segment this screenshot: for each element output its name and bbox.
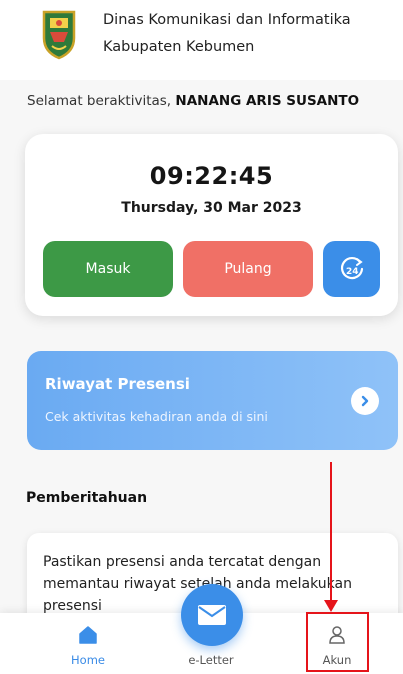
app-screen: Dinas Komunikasi dan Informatika Kabupat…: [0, 0, 403, 674]
nav-e-letter-label: e-Letter: [188, 653, 234, 667]
check-in-button[interactable]: Masuk: [43, 241, 173, 297]
annotation-highlight-box: [306, 612, 369, 672]
home-icon: [79, 626, 97, 644]
history-24h-button[interactable]: 24: [323, 241, 380, 297]
app-header: Dinas Komunikasi dan Informatika Kabupat…: [0, 0, 403, 80]
current-time: 09:22:45: [149, 162, 274, 190]
history-subtitle: Cek aktivitas kehadiran anda di sini: [45, 409, 268, 424]
org-name-line2: Kabupaten Kebumen: [103, 39, 255, 55]
history-title: Riwayat Presensi: [45, 375, 190, 393]
e-letter-fab-button[interactable]: [181, 584, 243, 646]
org-name-line1: Dinas Komunikasi dan Informatika: [103, 12, 351, 28]
nav-home[interactable]: Home: [43, 613, 133, 674]
clock-24-icon: 24: [340, 256, 363, 280]
check-out-label: Pulang: [224, 261, 272, 277]
kebumen-emblem-logo: [42, 10, 76, 60]
check-out-button[interactable]: Pulang: [183, 241, 313, 297]
svg-text:24: 24: [346, 267, 359, 277]
chevron-right-icon[interactable]: [351, 387, 379, 415]
envelope-icon: [198, 605, 226, 625]
notifications-heading: Pemberitahuan: [26, 490, 148, 506]
attendance-clock-card: 09:22:45 Thursday, 30 Mar 2023 Masuk Pul…: [25, 134, 398, 316]
current-date: Thursday, 30 Mar 2023: [121, 200, 302, 216]
user-name: NANANG ARIS SUSANTO: [175, 93, 360, 109]
greeting-text: Selamat beraktivitas, NANANG ARIS SUSANT…: [27, 93, 359, 109]
annotation-arrowhead: [324, 600, 338, 612]
greeting-prefix: Selamat beraktivitas,: [27, 93, 172, 109]
attendance-history-banner[interactable]: Riwayat Presensi Cek aktivitas kehadiran…: [27, 351, 398, 450]
nav-home-label: Home: [71, 653, 105, 667]
annotation-arrow-line: [330, 462, 332, 604]
check-in-label: Masuk: [85, 261, 131, 277]
